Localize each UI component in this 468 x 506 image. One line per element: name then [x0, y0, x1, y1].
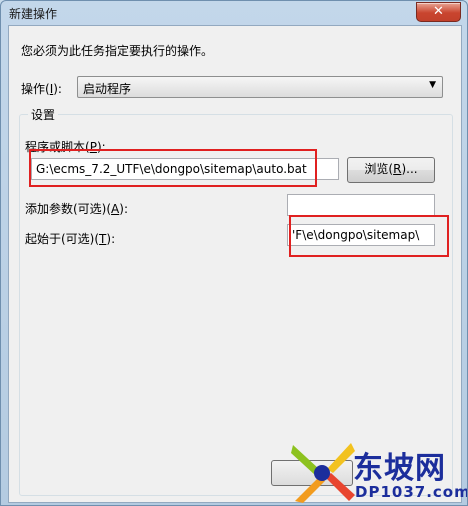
program-path-input[interactable]: G:\ecms_7.2_UTF\e\dongpo\sitemap\auto.ba… — [31, 158, 339, 180]
window-title: 新建操作 — [9, 7, 58, 21]
watermark-logo: 东坡网 DP1037.com — [289, 439, 468, 505]
arguments-input[interactable] — [287, 194, 435, 216]
chevron-down-icon: ▼ — [429, 80, 436, 90]
start-in-label: 起始于(可选)(T): — [25, 232, 116, 246]
watermark-name: 东坡网 — [353, 451, 446, 486]
dialog-body: 您必须为此任务指定要执行的操作。 操作(I): 启动程序 ▼ 设置 程序或脚本(… — [8, 25, 462, 503]
action-dropdown[interactable]: 启动程序 ▼ — [77, 76, 443, 98]
arguments-label: 添加参数(可选)(A): — [25, 202, 128, 216]
title-bar[interactable]: 新建操作 ✕ — [1, 1, 467, 25]
start-in-input[interactable]: 'F\e\dongpo\sitemap\ — [287, 224, 435, 246]
watermark-url: DP1037.com — [355, 483, 468, 501]
action-label: 操作(I): — [21, 82, 62, 96]
close-button[interactable]: ✕ — [416, 2, 461, 22]
new-action-dialog: 新建操作 ✕ 您必须为此任务指定要执行的操作。 操作(I): 启动程序 ▼ 设置… — [0, 0, 468, 506]
program-label: 程序或脚本(P): — [25, 140, 106, 154]
browse-button[interactable]: 浏览(R)... — [347, 157, 435, 183]
logo-x-icon — [291, 443, 355, 503]
settings-legend: 设置 — [28, 106, 59, 123]
action-dropdown-value: 启动程序 — [83, 82, 132, 96]
instruction-text: 您必须为此任务指定要执行的操作。 — [21, 44, 214, 58]
